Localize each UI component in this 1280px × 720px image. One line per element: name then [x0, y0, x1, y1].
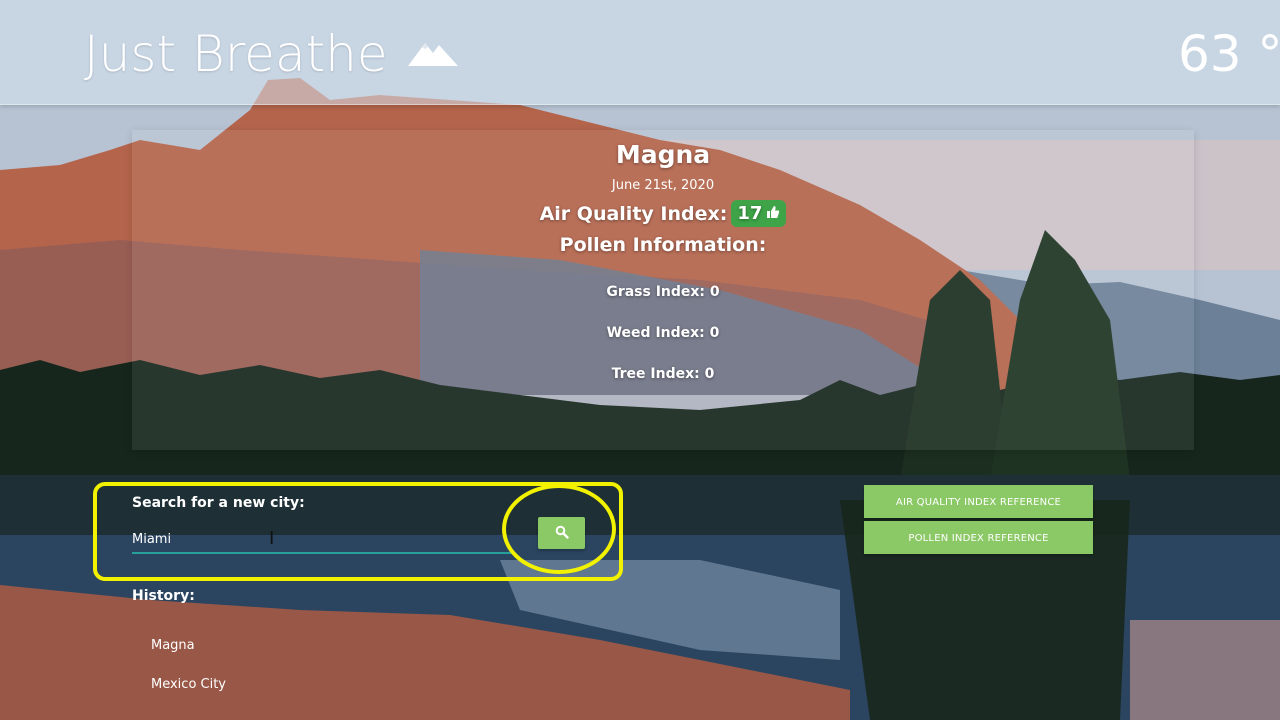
brand[interactable]: Just Breathe — [84, 22, 458, 86]
history-item-mexico-city[interactable]: Mexico City — [151, 677, 226, 692]
highlight-ellipse — [502, 484, 616, 574]
pollen-reference-button[interactable]: POLLEN INDEX REFERENCE — [864, 521, 1093, 554]
grass-index: Grass Index: 0 — [606, 284, 720, 300]
aqi-reference-button[interactable]: AIR QUALITY INDEX REFERENCE — [864, 485, 1093, 518]
temperature-display: 63 ° — [1178, 25, 1280, 83]
history-title: History: — [132, 588, 195, 604]
current-date: June 21st, 2020 — [611, 178, 715, 193]
air-quality-card: Magna June 21st, 2020 Air Quality Index:… — [132, 130, 1194, 450]
weed-index: Weed Index: 0 — [606, 325, 720, 341]
history-item-magna[interactable]: Magna — [151, 638, 195, 653]
mountains-icon — [407, 39, 458, 73]
pollen-title: Pollen Information: — [559, 234, 767, 256]
aqi-badge: 17 — [731, 200, 787, 227]
aqi-row: Air Quality Index: 17 — [132, 200, 1194, 227]
aqi-value: 17 — [737, 203, 763, 224]
thumbs-up-icon — [766, 203, 780, 224]
tree-index: Tree Index: 0 — [611, 366, 715, 382]
app-title: Just Breathe — [84, 25, 388, 83]
city-name: Magna — [615, 140, 711, 169]
aqi-label: Air Quality Index: — [539, 202, 728, 225]
top-navbar: Just Breathe 63 ° — [0, 0, 1280, 105]
